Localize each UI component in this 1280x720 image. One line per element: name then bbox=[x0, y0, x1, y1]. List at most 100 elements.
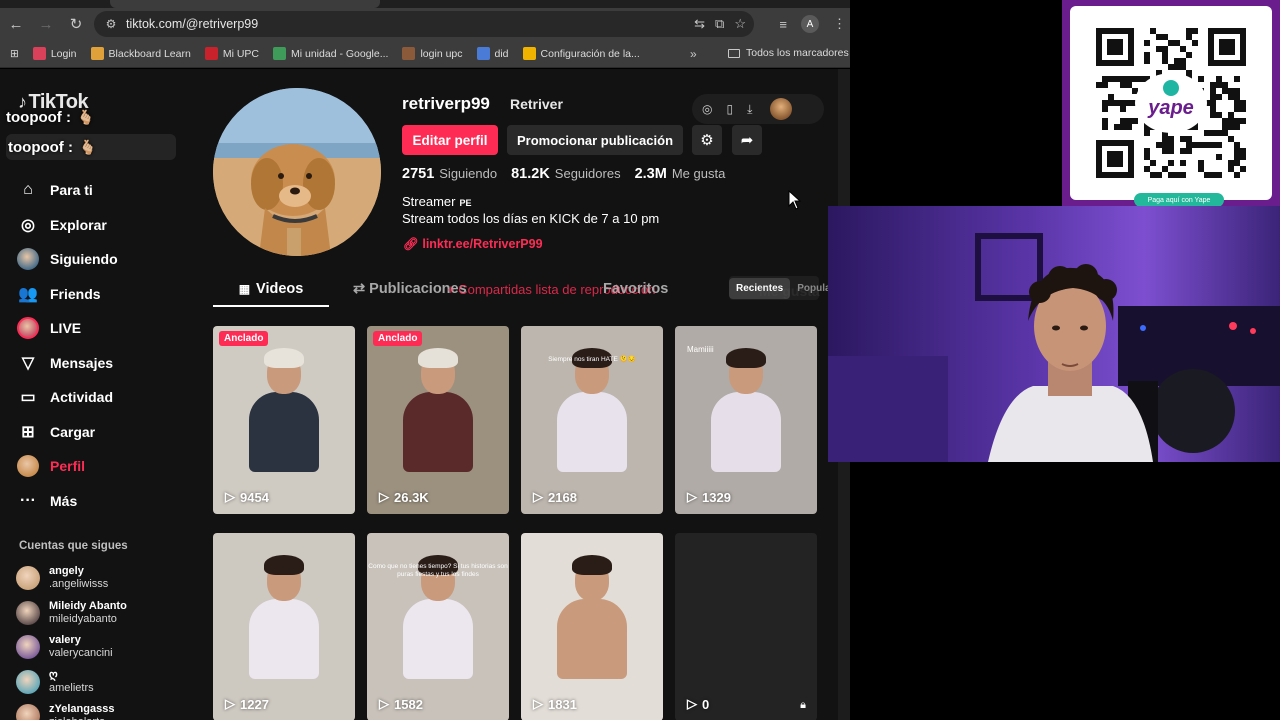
profile-avatar[interactable] bbox=[213, 88, 381, 256]
sidebar-item-m-s[interactable]: ··· Más bbox=[16, 484, 176, 519]
install-app-icon[interactable]: ⧉ bbox=[715, 16, 724, 32]
kebab-menu-icon[interactable]: ⋮ bbox=[833, 16, 846, 32]
profile-tabs: ▦ Videos ⇄ Publicaciones + Compartidas lis… bbox=[213, 273, 834, 307]
profile-nickname: Retriver bbox=[510, 96, 563, 112]
video-card[interactable]: Anclado ▷ 9454 bbox=[213, 326, 355, 514]
lock-icon: 🔒︎ bbox=[800, 699, 806, 711]
video-card[interactable]: ▷ 1831 bbox=[521, 533, 663, 720]
promote-post-button[interactable]: Promocionar publicación bbox=[507, 125, 683, 155]
link-icon: 🔗︎ bbox=[403, 237, 423, 251]
back-arrow-icon[interactable]: ← bbox=[2, 10, 30, 38]
bio-line-2: Stream todos los días en KICK de 7 a 10 … bbox=[402, 211, 660, 226]
browser-window: ← → ↻ ⚙ tiktok.com/@retriverp99 ⇆ ⧉ ☆ ≡ … bbox=[0, 0, 850, 720]
sidebar-item-friends[interactable]: 👥 Friends bbox=[16, 277, 176, 312]
account-handle: mileidyabanto bbox=[49, 612, 117, 625]
sidebar-item-explorar[interactable]: ◎ Explorar bbox=[16, 208, 176, 243]
view-count: ▷ 1582 bbox=[379, 696, 423, 712]
bookmark-item[interactable]: Login bbox=[32, 47, 77, 60]
avatar bbox=[17, 248, 39, 271]
following-account[interactable]: valery valerycancini bbox=[16, 630, 176, 665]
chat-emoji: 🫰🏼 bbox=[78, 138, 97, 155]
video-card[interactable]: Como que no tienes tiempo? Si tus histor… bbox=[367, 533, 509, 720]
video-card[interactable]: Anclado ▷ 26.3K bbox=[367, 326, 509, 514]
sidebar-nav: ⌂ Para ti ◎ Explorar Siguiendo 👥 Friends LIVE ▽ M… bbox=[16, 173, 176, 518]
site-settings-icon[interactable]: ⚙ bbox=[98, 17, 124, 31]
sidebar-item-siguiendo[interactable]: Siguiendo bbox=[16, 242, 176, 277]
bookmark-item[interactable]: Configuración de la... bbox=[522, 47, 640, 60]
tab-me-gusta[interactable]: Me gusta bbox=[759, 283, 820, 299]
bio-line-1: Streamer PE bbox=[402, 194, 472, 209]
url-text[interactable]: tiktok.com/@retriverp99 bbox=[126, 17, 258, 31]
active-tab[interactable] bbox=[110, 0, 380, 8]
video-card[interactable]: Mamiiiii ▷ 1329 bbox=[675, 326, 817, 514]
person-figure bbox=[557, 555, 627, 679]
bookmark-item[interactable]: Blackboard Learn bbox=[90, 47, 191, 60]
play-icon: ▷ bbox=[687, 696, 697, 711]
address-bar[interactable]: ⚙ tiktok.com/@retriverp99 ⇆ ⧉ ☆ bbox=[94, 11, 754, 37]
account-handle: amelietrs bbox=[49, 681, 94, 694]
bookmark-item[interactable]: Mi UPC bbox=[204, 47, 259, 60]
following-account[interactable]: zYelangassszielabalarta bbox=[16, 699, 176, 720]
phone-icon[interactable]: ▯ bbox=[726, 102, 733, 116]
following-account[interactable]: Mileidy Abanto mileidyabanto bbox=[16, 596, 176, 631]
sidebar-item-perfil[interactable]: Perfil bbox=[16, 449, 176, 484]
sidebar-item-mensajes[interactable]: ▽ Mensajes bbox=[16, 346, 176, 381]
translate-icon[interactable]: ⇆ bbox=[694, 16, 705, 32]
account-handle: zielabalarta bbox=[49, 716, 114, 720]
following-list: angely .angeliwisss Mileidy Abanto mileidya… bbox=[16, 561, 176, 720]
sidebar-item-actividad[interactable]: ▭ Actividad bbox=[16, 380, 176, 415]
video-card[interactable]: Siempre nos tiran HATE 🫠😔 ▷ 2168 bbox=[521, 326, 663, 514]
download-icon[interactable]: ⤓ bbox=[747, 102, 752, 117]
toolbox-avatar[interactable] bbox=[770, 98, 793, 120]
yape-pay-pill: Paga aquí con Yape bbox=[1134, 193, 1224, 207]
profile-username: retriverp99 bbox=[402, 94, 490, 113]
more-bookmarks-chevron-icon[interactable]: » bbox=[690, 47, 697, 61]
tab-videos[interactable]: ▦ Videos bbox=[213, 273, 329, 307]
followers-count[interactable]: 81.2K bbox=[511, 166, 550, 182]
video-caption: Mamiiiii bbox=[687, 345, 714, 354]
stream-chat-overlay: toopoof : 🫰🏼 toopoof : 🫰🏼 bbox=[6, 104, 176, 164]
bookmark-item[interactable]: did bbox=[476, 47, 509, 60]
sidebar-item-para-ti[interactable]: ⌂ Para ti bbox=[16, 173, 176, 208]
chat-message: toopoof : 🫰🏼 bbox=[6, 134, 176, 160]
creator-toolbox: ◎ ▯ ⤓ bbox=[692, 94, 824, 124]
edit-profile-button[interactable]: Editar perfil bbox=[402, 125, 498, 155]
likes-count: 2.3M bbox=[634, 166, 667, 182]
sidebar-item-live[interactable]: LIVE bbox=[16, 311, 176, 346]
view-count: ▷ 1329 bbox=[687, 489, 731, 505]
bio-link[interactable]: 🔗︎ linktr.ee/RetriverP99 bbox=[403, 237, 543, 252]
video-caption: Como que no tienes tiempo? Si tus histor… bbox=[368, 563, 508, 578]
video-card[interactable]: ▷ 0 🔒︎ bbox=[675, 533, 817, 720]
profile-avatar-button[interactable]: A bbox=[801, 15, 819, 33]
following-count[interactable]: 2751 bbox=[402, 166, 434, 182]
bookmark-item[interactable]: login upc bbox=[402, 47, 463, 60]
folder-icon bbox=[728, 48, 740, 58]
settings-gear-icon[interactable]: ⚙ bbox=[692, 125, 722, 155]
person-figure bbox=[249, 348, 319, 472]
play-icon: ▷ bbox=[687, 489, 697, 504]
view-count: ▷ 1227 bbox=[225, 696, 269, 712]
apps-grid-icon[interactable]: ⊞ bbox=[10, 48, 19, 60]
forward-arrow-icon[interactable]: → bbox=[32, 10, 60, 38]
tab-favoritos[interactable]: Favoritos bbox=[603, 281, 668, 297]
sidebar-item-cargar[interactable]: ⊞ Cargar bbox=[16, 415, 176, 450]
compass-small-icon[interactable]: ◎ bbox=[702, 102, 712, 116]
bookmark-item[interactable]: Mi unidad - Google... bbox=[273, 47, 388, 60]
media-control-icon[interactable]: ≡ bbox=[779, 17, 787, 32]
account-name: ღ bbox=[49, 668, 58, 681]
avatar bbox=[16, 600, 40, 625]
avatar bbox=[16, 669, 40, 694]
all-bookmarks-link[interactable]: Todos los marcadores bbox=[728, 47, 849, 59]
following-account[interactable]: angely .angeliwisss bbox=[16, 561, 176, 596]
chat-emoji: 🫰🏼 bbox=[76, 108, 95, 125]
share-arrow-icon[interactable]: ➦ bbox=[732, 125, 762, 155]
avatar bbox=[16, 566, 40, 591]
account-handle: .angeliwisss bbox=[49, 578, 109, 591]
video-card[interactable]: ▷ 1227 bbox=[213, 533, 355, 720]
following-account[interactable]: ღ amelietrs bbox=[16, 665, 176, 700]
reload-icon[interactable]: ↻ bbox=[62, 10, 90, 38]
dog-photo bbox=[213, 88, 381, 256]
mouse-cursor-icon bbox=[788, 190, 802, 210]
bookmark-star-icon[interactable]: ☆ bbox=[734, 16, 746, 32]
bookmark-favicon-icon bbox=[32, 47, 46, 60]
